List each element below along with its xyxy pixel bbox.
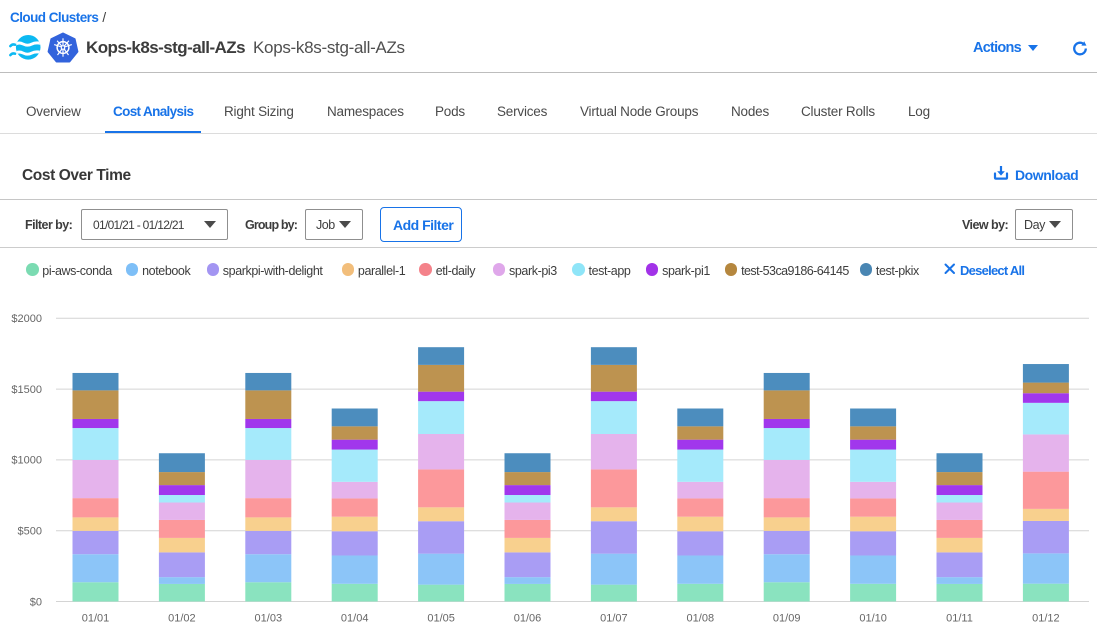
svg-text:01/03: 01/03 <box>255 613 283 625</box>
svg-text:$1500: $1500 <box>11 384 42 396</box>
svg-text:$0: $0 <box>30 596 42 608</box>
svg-text:01/08: 01/08 <box>687 613 715 625</box>
svg-text:$1000: $1000 <box>11 455 42 467</box>
svg-text:01/09: 01/09 <box>773 613 801 625</box>
svg-text:01/07: 01/07 <box>600 613 628 625</box>
svg-text:$500: $500 <box>18 526 42 538</box>
svg-text:01/06: 01/06 <box>514 613 542 625</box>
svg-text:01/01: 01/01 <box>82 613 110 625</box>
svg-text:$2000: $2000 <box>11 313 42 325</box>
svg-text:01/11: 01/11 <box>946 613 973 625</box>
svg-text:01/04: 01/04 <box>341 613 369 625</box>
svg-text:01/12: 01/12 <box>1032 613 1060 625</box>
svg-text:01/10: 01/10 <box>859 613 887 625</box>
svg-text:01/05: 01/05 <box>427 613 455 625</box>
svg-text:01/02: 01/02 <box>168 613 196 625</box>
